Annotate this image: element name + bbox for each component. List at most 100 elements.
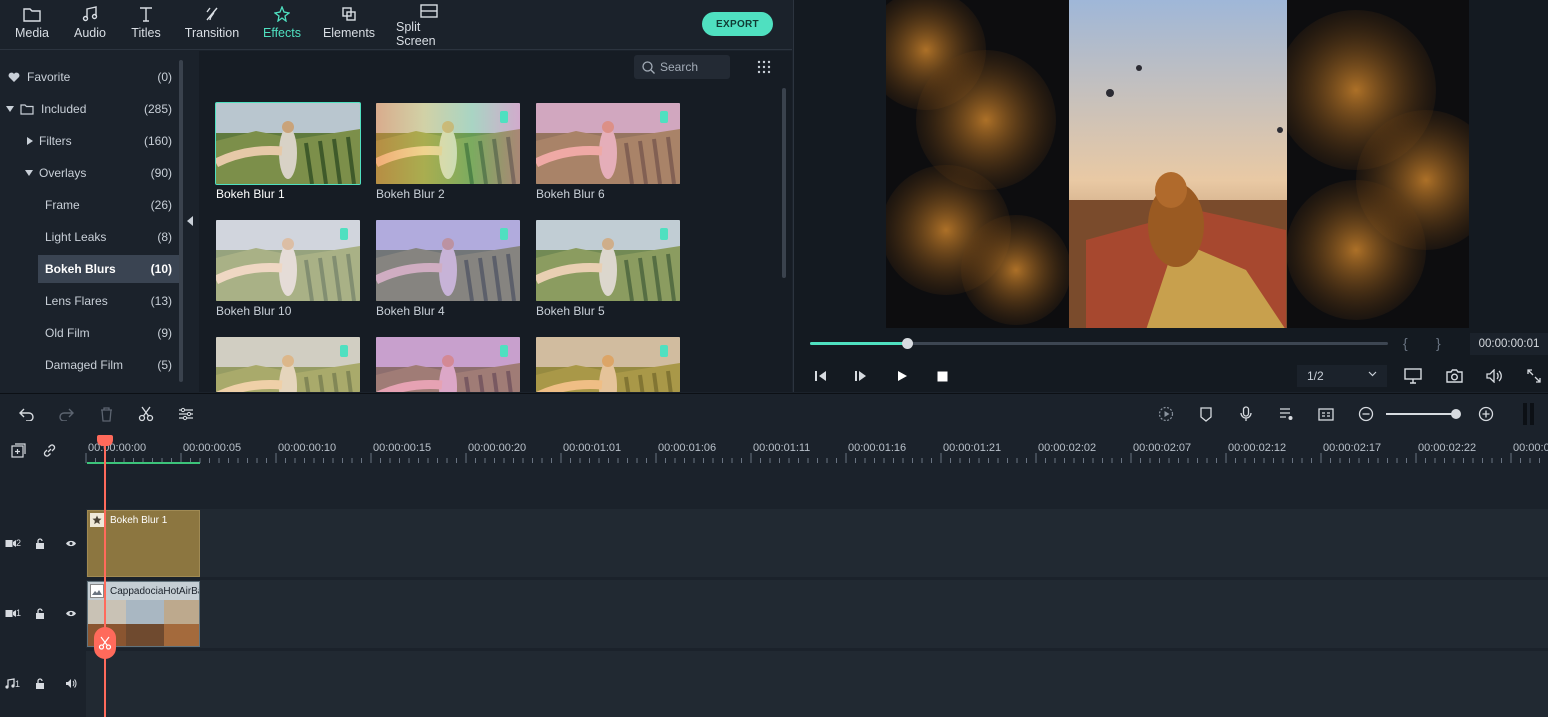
download-icon[interactable] — [500, 228, 508, 240]
effect-thumbnail[interactable] — [376, 337, 520, 392]
voiceover-list-icon[interactable] — [1277, 405, 1295, 423]
sidebar-item-damaged-film[interactable]: Damaged Film (5) — [0, 351, 180, 379]
step-forward-button[interactable] — [853, 368, 869, 384]
effect-tint-overlay — [536, 220, 680, 301]
download-icon[interactable] — [660, 111, 668, 123]
grid-scrollbar[interactable] — [782, 88, 786, 278]
timeline-tracks — [0, 465, 1548, 717]
effect-thumbnail[interactable] — [376, 103, 520, 184]
track-lane[interactable] — [86, 509, 1548, 577]
lock-icon[interactable] — [35, 608, 45, 620]
effect-thumbnail[interactable] — [216, 220, 360, 301]
scissors-icon[interactable] — [137, 405, 155, 423]
sidebar-item-count: (9) — [157, 326, 172, 340]
tab-titles[interactable]: Titles — [126, 4, 166, 48]
volume-icon[interactable] — [1485, 367, 1503, 385]
folder-icon — [20, 103, 34, 115]
split-at-playhead-button[interactable] — [94, 627, 116, 659]
redo-icon[interactable] — [57, 405, 75, 423]
playhead-line[interactable] — [104, 435, 106, 717]
grid-view-icon[interactable] — [757, 60, 771, 74]
sidebar-item-overlays[interactable]: Overlays (90) — [0, 159, 180, 187]
music-note-icon — [5, 678, 15, 689]
download-icon[interactable] — [660, 345, 668, 357]
mark-in-button[interactable]: { — [1403, 335, 1408, 351]
sidebar-item-old-film[interactable]: Old Film (9) — [0, 319, 180, 347]
tab-effects[interactable]: Effects — [260, 4, 304, 48]
sidebar-item-included[interactable]: Included (285) — [0, 95, 180, 123]
timeline-ruler[interactable]: 00:00:00:0000:00:00:0500:00:00:1000:00:0… — [0, 435, 1548, 465]
download-icon[interactable] — [500, 345, 508, 357]
effect-tint-overlay — [376, 103, 520, 184]
sidebar-scrollbar[interactable] — [179, 60, 183, 382]
marker-icon[interactable] — [1197, 405, 1215, 423]
speaker-icon[interactable] — [65, 678, 77, 689]
zoom-slider-knob[interactable] — [1451, 409, 1461, 419]
subtitle-icon[interactable] — [1317, 405, 1335, 423]
download-icon[interactable] — [340, 345, 348, 357]
playhead-handle[interactable] — [97, 435, 113, 446]
adjust-settings-icon[interactable] — [177, 405, 195, 423]
zoom-in-icon[interactable] — [1477, 405, 1495, 423]
camera-snapshot-icon[interactable] — [1445, 367, 1463, 385]
sidebar-item-light-leaks[interactable]: Light Leaks (8) — [0, 223, 180, 251]
ruler-time-label: 00:00:01:01 — [563, 442, 621, 454]
expanded-triangle-icon — [25, 169, 33, 177]
undo-icon[interactable] — [18, 405, 36, 423]
tab-effects-label: Effects — [263, 26, 301, 40]
tab-elements[interactable]: Elements — [322, 4, 376, 48]
mark-out-button[interactable]: } — [1436, 335, 1441, 351]
sidebar-item-count: (13) — [151, 294, 172, 308]
transition-icon — [204, 4, 220, 24]
split-screen-icon — [420, 4, 438, 18]
folder-icon — [23, 4, 41, 24]
effect-thumbnail[interactable] — [536, 337, 680, 392]
download-icon[interactable] — [660, 228, 668, 240]
effect-thumbnail[interactable] — [536, 220, 680, 301]
sidebar-item-lens-flares[interactable]: Lens Flares (13) — [0, 287, 180, 315]
tab-media[interactable]: Media — [12, 4, 52, 48]
zoom-out-icon[interactable] — [1357, 405, 1375, 423]
ratio-value: 1/2 — [1307, 369, 1324, 383]
export-button[interactable]: EXPORT — [702, 12, 773, 36]
tab-audio[interactable]: Audio — [70, 4, 110, 48]
display-settings-icon[interactable] — [1404, 367, 1422, 385]
collapse-sidebar-icon[interactable] — [187, 216, 193, 226]
video-track-1-label: 1 — [5, 608, 21, 618]
effect-thumbnail[interactable] — [536, 103, 680, 184]
tab-audio-label: Audio — [74, 26, 106, 40]
tab-split-screen[interactable]: Split Screen — [396, 4, 462, 48]
stop-button[interactable] — [934, 368, 950, 384]
eye-icon[interactable] — [65, 609, 77, 618]
step-back-button[interactable] — [813, 368, 829, 384]
effect-thumbnail[interactable] — [216, 103, 360, 184]
track-lane[interactable] — [86, 651, 1548, 717]
pause-bars-icon[interactable] — [1522, 403, 1536, 425]
sidebar-item-favorite[interactable]: Favorite (0) — [0, 63, 180, 91]
effect-tint-overlay — [376, 337, 520, 392]
add-track-icon[interactable] — [9, 441, 27, 459]
tab-transition[interactable]: Transition — [180, 4, 244, 48]
download-icon[interactable] — [500, 111, 508, 123]
lock-icon[interactable] — [35, 538, 45, 550]
play-button[interactable] — [894, 368, 910, 384]
track-lane[interactable] — [86, 580, 1548, 648]
fullscreen-icon[interactable] — [1525, 367, 1543, 385]
render-preview-icon[interactable] — [1157, 405, 1175, 423]
eye-icon[interactable] — [65, 539, 77, 548]
search-input[interactable]: Search — [634, 55, 730, 79]
delete-icon[interactable] — [97, 405, 115, 423]
sidebar-item-bokeh-blurs[interactable]: Bokeh Blurs (10) — [38, 255, 180, 283]
effect-thumbnail[interactable] — [376, 220, 520, 301]
zoom-slider-track[interactable] — [1386, 413, 1456, 415]
microphone-icon[interactable] — [1237, 405, 1255, 423]
ruler-time-label: 00:00:01:21 — [943, 442, 1001, 454]
sidebar-item-filters[interactable]: Filters (160) — [0, 127, 180, 155]
download-icon[interactable] — [340, 228, 348, 240]
effect-thumbnail[interactable] — [216, 337, 360, 392]
sidebar-item-frame[interactable]: Frame (26) — [0, 191, 180, 219]
preview-ratio-select[interactable]: 1/2 — [1297, 365, 1387, 387]
lock-icon[interactable] — [35, 678, 45, 690]
link-icon[interactable] — [40, 441, 58, 459]
ruler-time-label: 00:00:02:02 — [1038, 442, 1096, 454]
